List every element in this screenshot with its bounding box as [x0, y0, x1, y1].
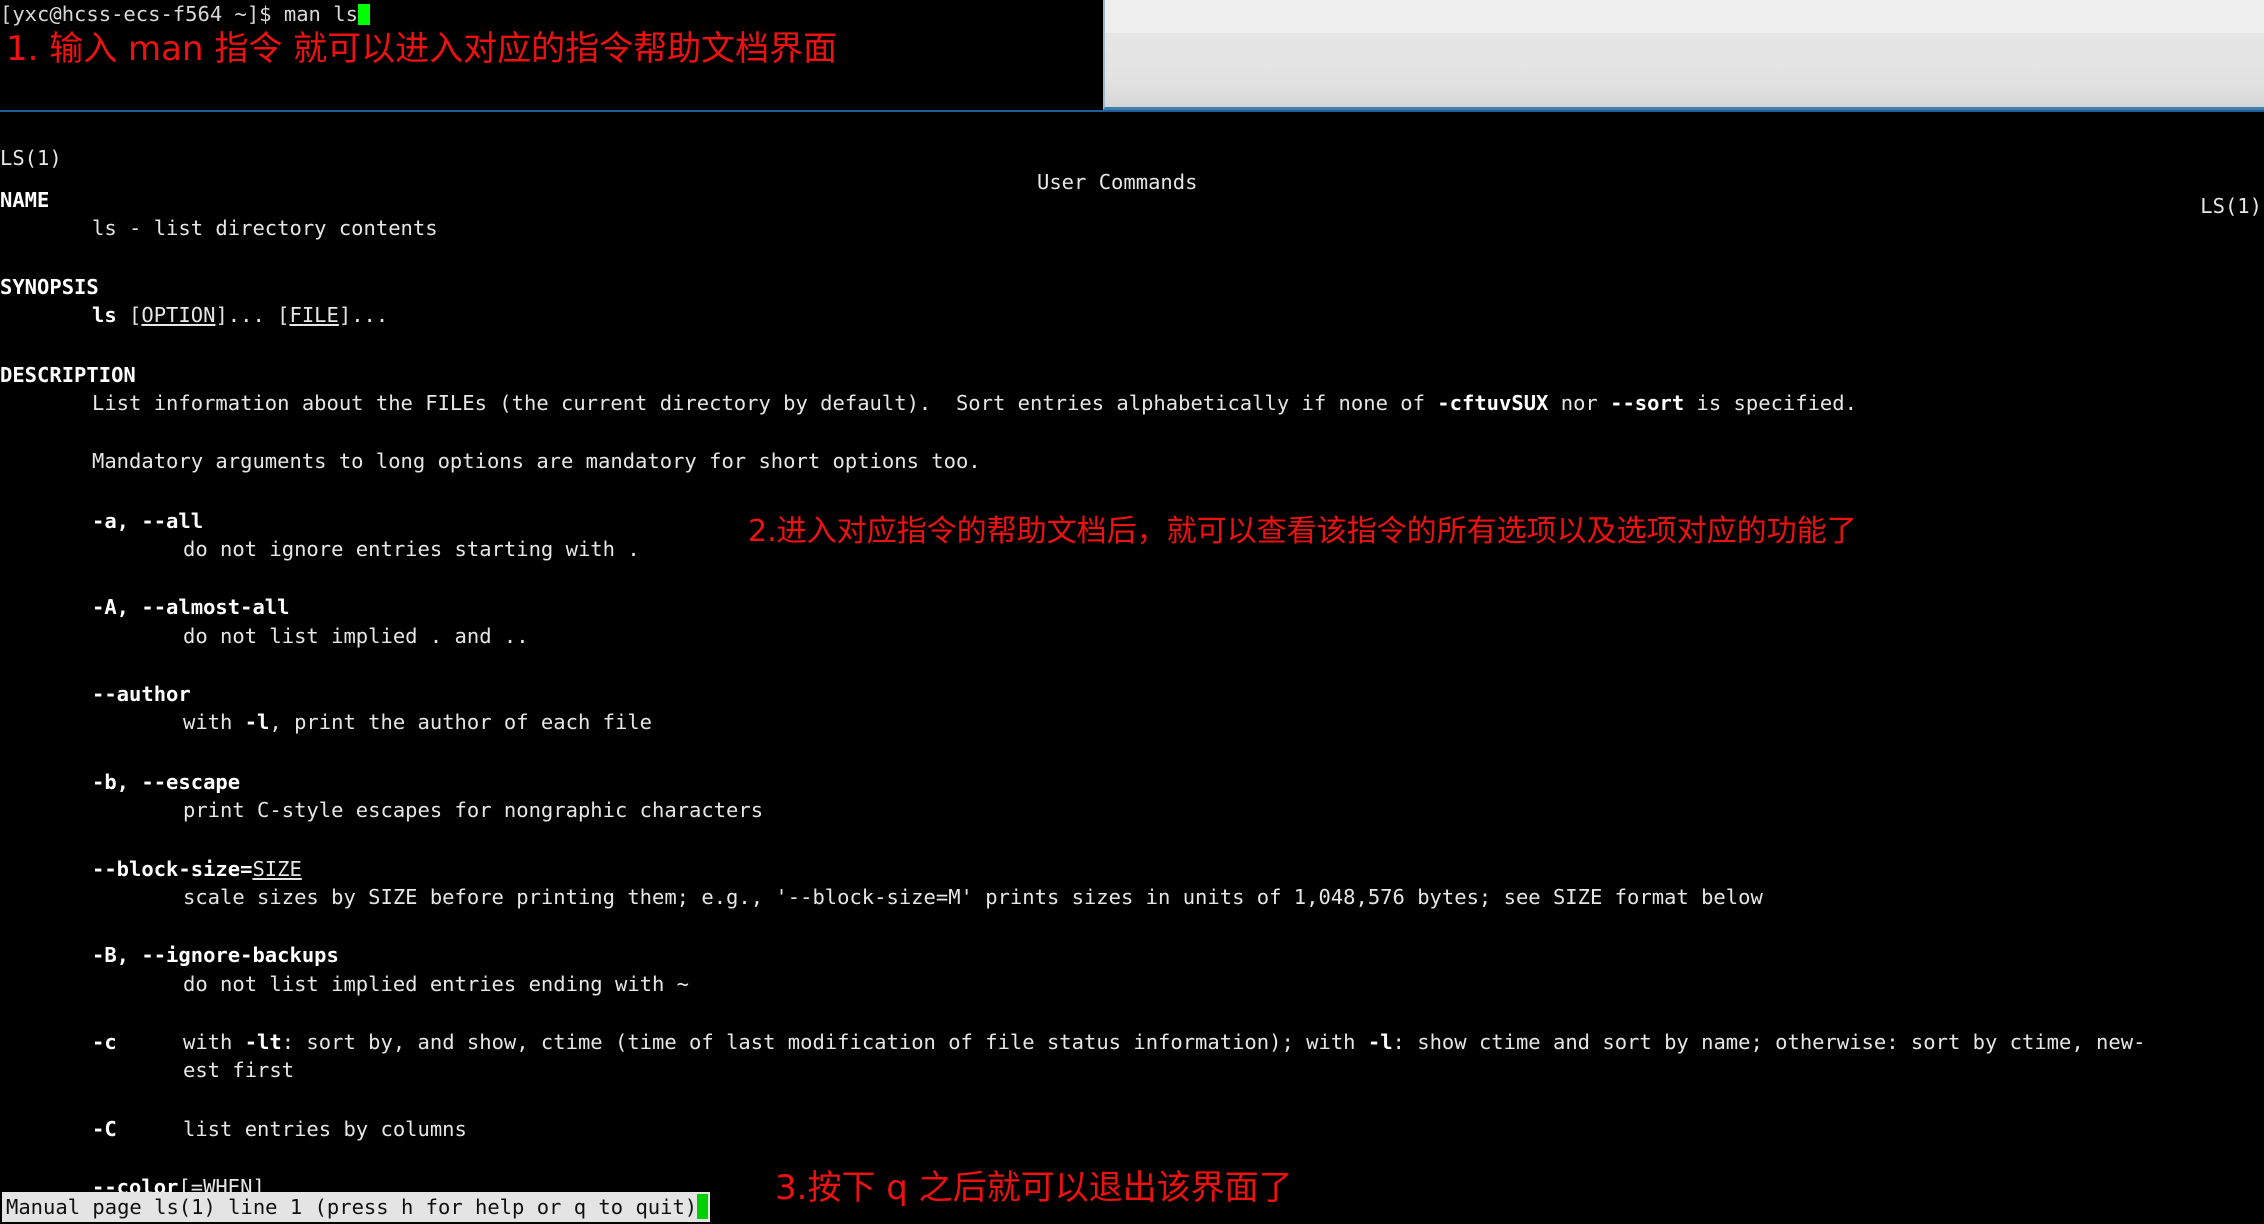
synopsis-bracket-mid: ]... [ — [215, 303, 290, 327]
man-description-paragraph-2: Mandatory arguments to long options are … — [92, 449, 981, 473]
c-desc-l-flag: -l — [1367, 1030, 1393, 1054]
synopsis-file-arg: FILE — [289, 303, 339, 327]
block-cursor-icon — [357, 4, 370, 25]
man-option-flag-block-size: --block-size=SIZE — [92, 857, 302, 881]
background-window-toolbar — [1105, 0, 2264, 33]
man-option-desc-a: do not ignore entries starting with . — [183, 537, 640, 561]
c-desc-a: with — [183, 1030, 245, 1054]
man-option-desc-block-size: scale sizes by SIZE before printing them… — [183, 885, 1763, 909]
man-option-desc-almost-all: do not list implied . and .. — [183, 624, 529, 648]
man-option-desc-c-wrap: est first — [183, 1058, 295, 1082]
background-window-body — [1105, 33, 2264, 107]
screen-root: [yxc@hcss-ecs-f564 ~]$ man ls 1. 输入 man … — [0, 0, 2264, 1224]
author-desc-c: , print the author of each file — [269, 710, 653, 734]
author-desc-a: with — [183, 710, 245, 734]
man-option-flag-a: -a, --all — [92, 509, 204, 533]
block-size-arg: SIZE — [252, 857, 302, 881]
pager-status-bar[interactable]: Manual page ls(1) line 1 (press h for he… — [2, 1192, 711, 1222]
man-name-body: ls - list directory contents — [92, 216, 438, 240]
synopsis-option-arg: OPTION — [141, 303, 216, 327]
man-section-heading-description: DESCRIPTION — [0, 363, 136, 387]
man-pager[interactable]: LS(1) User Commands LS(1) NAME ls - list… — [0, 110, 2264, 1224]
man-section-heading-name: NAME — [0, 188, 50, 212]
shell-command: man ls — [283, 2, 358, 26]
man-option-desc-escape: print C-style escapes for nongraphic cha… — [183, 798, 764, 822]
background-window[interactable] — [1103, 0, 2264, 110]
desc-p1-part-e: is specified. — [1684, 391, 1857, 415]
man-header-center: User Commands — [1037, 170, 1198, 194]
annotation-3-text: 3.按下 q 之后就可以退出该界面了 — [775, 1168, 1293, 1208]
man-description-paragraph-1: List information about the FILEs (the cu… — [92, 391, 1857, 415]
shell-prompt-line: [yxc@hcss-ecs-f564 ~]$ man ls — [0, 2, 370, 26]
man-option-desc-c: with -lt: sort by, and show, ctime (time… — [183, 1030, 2145, 1054]
man-option-flag-escape: -b, --escape — [92, 770, 241, 794]
man-option-desc-C: list entries by columns — [183, 1117, 467, 1141]
c-desc-e: : show ctime and sort by name; otherwise… — [1392, 1030, 2146, 1054]
author-desc-flag: -l — [244, 710, 270, 734]
pager-status-text: Manual page ls(1) line 1 (press h for he… — [6, 1195, 698, 1219]
synopsis-bracket-close: ]... — [338, 303, 389, 327]
desc-p1-sort-flag: --sort — [1610, 391, 1685, 415]
man-option-flag-C: -C — [92, 1117, 117, 1141]
synopsis-bracket-open: [ — [116, 303, 142, 327]
synopsis-command: ls — [92, 303, 117, 327]
annotation-1-text: 1. 输入 man 指令 就可以进入对应的指令帮助文档界面 — [6, 29, 838, 69]
block-size-flag: --block-size= — [92, 857, 253, 881]
shell-prompt: [yxc@hcss-ecs-f564 ~]$ — [0, 2, 284, 26]
annotation-2-text: 2.进入对应指令的帮助文档后，就可以查看该指令的所有选项以及选项对应的功能了 — [748, 514, 1857, 549]
man-option-flag-author: --author — [92, 682, 191, 706]
man-section-heading-synopsis: SYNOPSIS — [0, 275, 99, 299]
status-cursor-icon — [697, 1194, 709, 1219]
man-option-flag-c: -c — [92, 1030, 117, 1054]
man-header-left: LS(1) — [0, 146, 62, 170]
man-option-desc-author: with -l, print the author of each file — [183, 710, 652, 734]
c-desc-lt-flag: -lt — [244, 1030, 282, 1054]
man-synopsis-body: ls [OPTION]... [FILE]... — [92, 303, 388, 327]
desc-p1-part-a: List information about the FILEs (the cu… — [92, 391, 1438, 415]
c-desc-c: : sort by, and show, ctime (time of last… — [281, 1030, 1368, 1054]
man-option-flag-ignore-backups: -B, --ignore-backups — [92, 943, 339, 967]
man-option-desc-ignore-backups: do not list implied entries ending with … — [183, 972, 690, 996]
man-option-flag-almost-all: -A, --almost-all — [92, 595, 290, 619]
desc-p1-part-c: nor — [1548, 391, 1611, 415]
man-header-right: LS(1) — [2200, 194, 2262, 218]
desc-p1-flags: -cftuvSUX — [1437, 391, 1549, 415]
